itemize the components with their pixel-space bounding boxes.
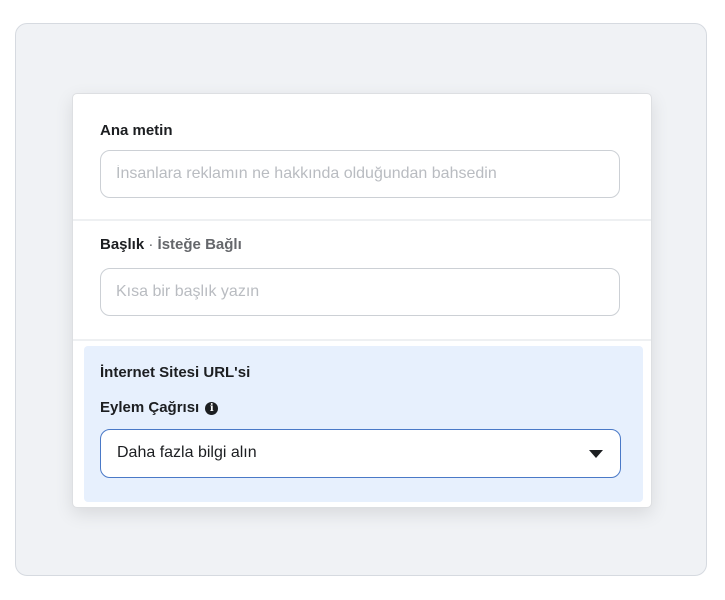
headline-optional-label: İsteğe Bağlı	[157, 236, 242, 253]
website-section: İnternet Sitesi URL'si Eylem Çağrısı i Da…	[84, 346, 643, 502]
cta-dropdown[interactable]: Daha fazla bilgi alın	[100, 429, 621, 478]
headline-section: Başlık · İsteğe Bağlı	[73, 221, 651, 341]
cta-selected-value: Daha fazla bilgi alın	[117, 444, 257, 461]
caret-down-icon	[589, 450, 603, 458]
headline-separator: ·	[144, 236, 158, 253]
website-url-label: İnternet Sitesi URL'si	[100, 364, 251, 381]
headline-input[interactable]	[100, 268, 620, 316]
primary-text-input[interactable]	[100, 150, 620, 198]
primary-text-section: Ana metin	[73, 94, 651, 221]
info-icon[interactable]: i	[205, 402, 219, 415]
headline-label-text: Başlık	[100, 236, 145, 253]
cta-label: Eylem Çağrısı	[100, 399, 200, 416]
ad-creative-card: Ana metin Başlık · İsteğe Bağlı İnternet…	[72, 93, 652, 508]
headline-label: Başlık · İsteğe Bağlı	[100, 236, 242, 253]
primary-text-label: Ana metin	[100, 122, 173, 139]
cta-label-row: Eylem Çağrısı i	[100, 399, 219, 416]
